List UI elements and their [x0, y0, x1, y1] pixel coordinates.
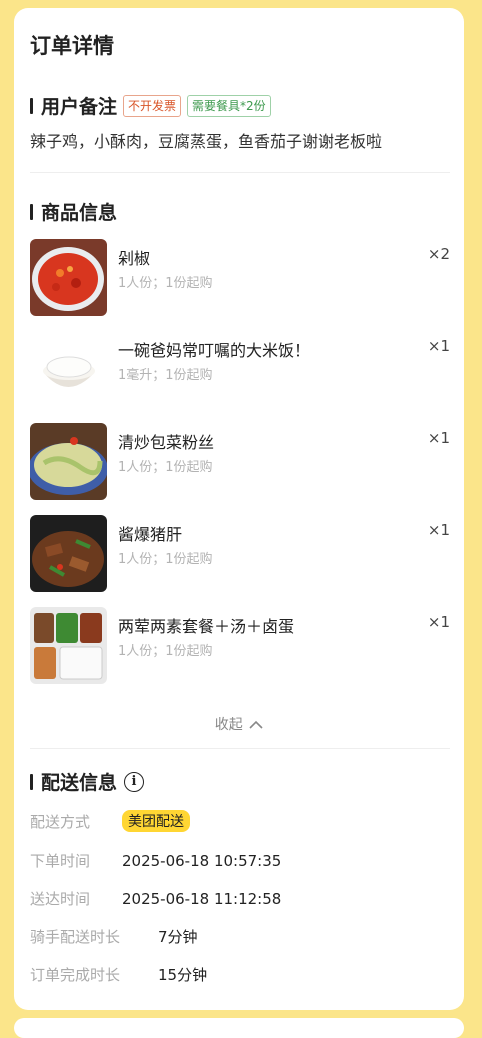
goods-name: 两荤两素套餐＋汤＋卤蛋 — [118, 617, 295, 636]
section-bar — [30, 203, 33, 220]
goods-qty: ×1 — [427, 613, 450, 631]
goods-name: 剁椒 — [118, 249, 151, 268]
cabbage-noodles-dish-icon — [30, 423, 107, 500]
rider-duration-value: 7分钟 — [158, 928, 198, 946]
info-icon[interactable]: i — [124, 771, 145, 792]
chopped-chili-dish-icon — [30, 239, 107, 316]
rider-duration-label: 骑手配送时长 — [30, 928, 121, 946]
order-time-value: 2025-06-18 10:57:35 — [122, 851, 282, 870]
goods-item[interactable]: 清炒包菜粉丝 1人份；1份起购 ×1 — [30, 423, 454, 501]
divider — [30, 172, 450, 173]
order-time-row: 下单时间 2025-06-18 10:57:35 — [30, 850, 281, 871]
goods-name: 清炒包菜粉丝 — [118, 433, 215, 452]
pork-liver-dish-icon — [30, 515, 107, 592]
order-detail-card: 订单详情 用户备注 不开发票 需要餐具*2份 辣子鸡，小酥肉，豆腐蒸蛋，鱼香茄子… — [14, 8, 464, 1010]
invoice-tag: 不开发票 — [123, 94, 182, 117]
goods-item[interactable]: 一碗爸妈常叮嘱的大米饭！ 1毫升；1份起购 ×1 — [30, 331, 454, 409]
chevron-up-icon — [247, 717, 263, 733]
next-card — [14, 1018, 464, 1038]
set-meal-box-icon — [30, 607, 107, 684]
goods-spec: 1人份；1份起购 — [118, 276, 213, 291]
arrive-time-label: 送达时间 — [30, 890, 91, 908]
goods-header: 商品信息 — [30, 198, 117, 225]
collapse-label: 收起 — [214, 717, 243, 733]
section-bar — [30, 97, 33, 114]
goods-item[interactable]: 酱爆猪肝 1人份；1份起购 ×1 — [30, 515, 454, 593]
rice-bowl-icon — [30, 331, 107, 408]
goods-name: 酱爆猪肝 — [118, 525, 183, 544]
goods-qty: ×2 — [427, 245, 450, 263]
goods-spec: 1人份；1份起购 — [118, 552, 213, 567]
delivery-method-label: 配送方式 — [30, 812, 91, 831]
order-time-label: 下单时间 — [30, 852, 91, 870]
goods-name: 一碗爸妈常叮嘱的大米饭！ — [118, 341, 311, 360]
tableware-tag: 需要餐具*2份 — [187, 94, 271, 117]
collapse-button[interactable]: 收起 — [14, 714, 464, 734]
remark-text: 辣子鸡，小酥肉，豆腐蒸蛋，鱼香茄子谢谢老板啦 — [30, 132, 383, 151]
goods-spec: 1人份；1份起购 — [118, 644, 213, 659]
complete-duration-value: 15分钟 — [158, 966, 208, 984]
delivery-title: 配送信息 — [41, 772, 118, 794]
complete-duration-label: 订单完成时长 — [30, 966, 121, 984]
arrive-time-row: 送达时间 2025-06-18 11:12:58 — [30, 888, 281, 909]
delivery-method-badge: 美团配送 — [122, 810, 190, 832]
goods-qty: ×1 — [427, 337, 450, 355]
page-title: 订单详情 — [30, 34, 114, 58]
goods-spec: 1毫升；1份起购 — [118, 368, 213, 383]
delivery-method-row: 配送方式 美团配送 — [30, 810, 190, 832]
arrive-time-value: 2025-06-18 11:12:58 — [122, 889, 282, 908]
rider-duration-row: 骑手配送时长 7分钟 — [30, 926, 198, 947]
section-bar — [30, 773, 33, 790]
delivery-header: 配送信息 i — [30, 768, 145, 795]
remark-header: 用户备注 不开发票 需要餐具*2份 — [30, 92, 271, 119]
goods-item[interactable]: 剁椒 1人份；1份起购 ×2 — [30, 239, 454, 317]
divider — [30, 748, 450, 749]
complete-duration-row: 订单完成时长 15分钟 — [30, 964, 207, 985]
goods-item[interactable]: 两荤两素套餐＋汤＋卤蛋 1人份；1份起购 ×1 — [30, 607, 454, 685]
goods-qty: ×1 — [427, 521, 450, 539]
remark-title: 用户备注 — [41, 96, 118, 118]
goods-title: 商品信息 — [41, 202, 118, 224]
goods-qty: ×1 — [427, 429, 450, 447]
goods-spec: 1人份；1份起购 — [118, 460, 213, 475]
